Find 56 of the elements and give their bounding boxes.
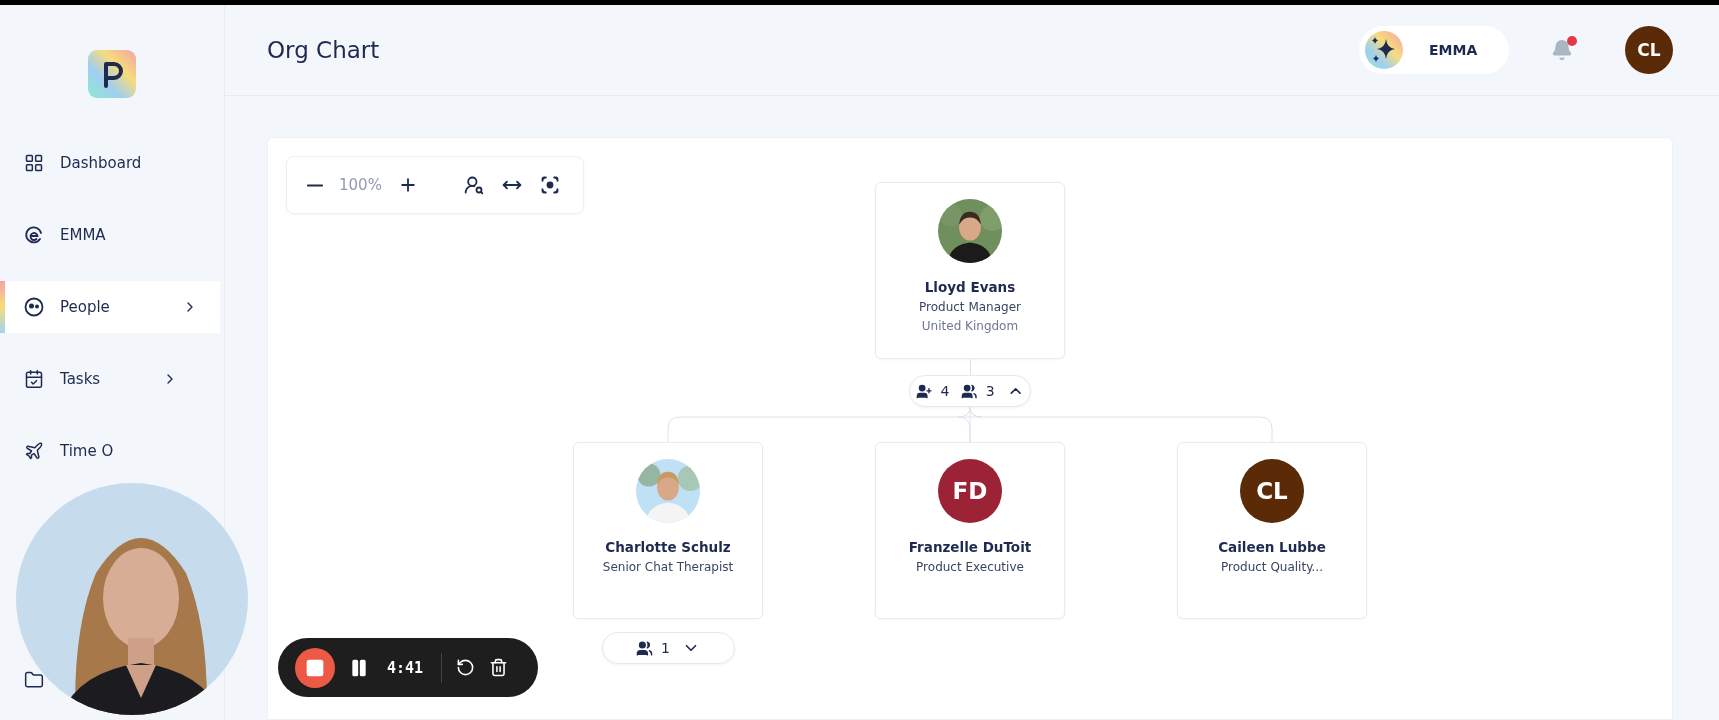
person-card[interactable]: CL Caileen Lubbe Product Quality... <box>1177 442 1367 619</box>
zoom-level: 100% <box>339 176 382 194</box>
person-name: Lloyd Evans <box>924 279 1016 295</box>
person-card[interactable]: Lloyd Evans Product Manager United Kingdom <box>875 182 1065 359</box>
recording-time: 4:41 <box>387 658 424 677</box>
user-plus-icon <box>916 382 933 400</box>
minus-icon <box>307 183 323 187</box>
trash-icon <box>489 658 509 677</box>
person-role: Senior Chat Therapist <box>602 560 734 574</box>
sidebar-label: EMMA <box>60 226 107 244</box>
user-avatar[interactable]: CL <box>1625 26 1673 74</box>
reports-toggle[interactable]: 4 3 <box>909 375 1031 407</box>
person-card[interactable]: FD Franzelle DuToit Product Executive <box>875 442 1065 619</box>
person-role: Product Manager <box>919 300 1021 314</box>
zoom-out-button[interactable] <box>305 181 325 189</box>
users-icon <box>636 639 654 657</box>
stop-button[interactable] <box>295 647 335 688</box>
fit-screen-icon <box>539 175 560 195</box>
person-role: Product Executive <box>916 560 1024 574</box>
person-name: Charlotte Schulz <box>605 539 731 555</box>
person-name: Caileen Lubbe <box>1218 539 1326 555</box>
sidebar-item[interactable]: EMMA <box>0 215 200 255</box>
sparkle-icon <box>1365 31 1403 69</box>
person-card[interactable]: Charlotte Schulz Senior Chat Therapist <box>573 442 763 619</box>
sidebar-label: People <box>60 298 111 316</box>
users-icon <box>961 382 978 400</box>
sidebar-label: Tasks <box>60 370 102 388</box>
sidebar-label: Dashboard <box>60 154 143 172</box>
page-title: Org Chart <box>267 37 381 63</box>
person-name: Franzelle DuToit <box>908 539 1032 555</box>
folder-icon[interactable] <box>24 670 44 690</box>
sidebar-item[interactable]: Dashboard <box>0 143 200 183</box>
user-search-icon <box>463 175 484 195</box>
sidebar-item[interactable]: People <box>0 281 220 333</box>
stop-icon <box>305 657 325 678</box>
pause-button[interactable] <box>349 657 369 678</box>
bell-icon <box>1551 39 1573 61</box>
sidebar-item[interactable]: Tasks <box>0 359 200 399</box>
initials-avatar: FD <box>938 459 1002 523</box>
reports-toggle[interactable]: 1 <box>601 632 735 664</box>
sidebar-item[interactable]: Time O <box>0 431 136 471</box>
pause-icon <box>349 657 369 678</box>
people-circle-icon <box>24 297 44 317</box>
restart-icon <box>456 658 476 677</box>
person-role: Product Quality... <box>1221 560 1323 574</box>
restart-button[interactable] <box>456 658 476 677</box>
sidebar-label: Time O <box>60 442 114 460</box>
logo-icon <box>88 50 136 98</box>
initials-avatar: CL <box>1240 459 1304 523</box>
swirl-icon <box>24 225 44 245</box>
calendar-check-icon <box>24 369 44 389</box>
assistant-button[interactable]: EMMA <box>1359 26 1509 74</box>
delete-button[interactable] <box>489 658 509 677</box>
plane-icon <box>24 441 44 461</box>
grid-icon <box>24 153 44 173</box>
person-location: United Kingdom <box>921 319 1019 333</box>
